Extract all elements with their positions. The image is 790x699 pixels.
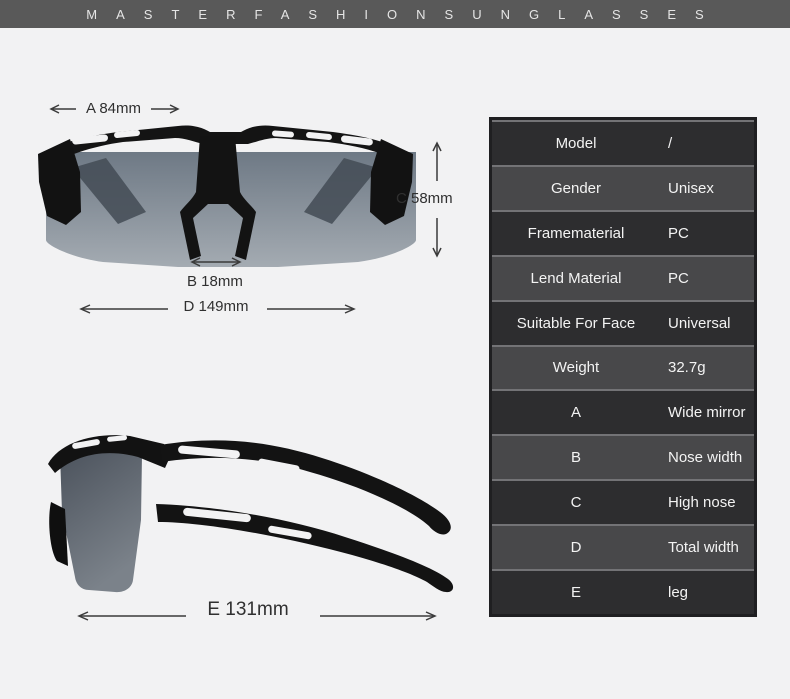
spec-value: leg [668,584,689,602]
spec-label: B [570,449,581,467]
arrow-right-icon [149,103,181,114]
spec-table-row: Gender Unisex [492,164,754,210]
spec-label: Model [555,134,597,152]
spec-label: Lend Material [530,269,622,287]
spec-table-row: C High nose [492,479,754,525]
spec-value: High nose [668,494,736,512]
spec-label: A [570,404,581,422]
dimension-a-label: A 84mm [86,100,142,117]
arrow-right-icon [318,610,438,622]
dimension-a: A 84mm [48,100,181,117]
arrow-left-icon [48,103,78,114]
spec-value: Total width [668,539,739,557]
spec-table-row: Suitable For Face Universal [492,299,754,345]
dimension-d-label: D 149mm [183,298,249,315]
arrow-down-icon [430,216,444,260]
spec-label: Framematerial [527,224,625,242]
spec-label: D [570,539,582,557]
arrow-right-icon [265,303,357,315]
spec-label: C [570,494,582,512]
arrow-left-icon [76,610,188,622]
spec-label: E [570,584,581,602]
dimension-b-label: B 18mm [187,273,243,290]
spec-value: PC [668,269,689,287]
arrow-both-icon [188,256,244,268]
spec-value: Nose width [668,449,743,467]
spec-table-row: E leg [492,569,754,614]
product-spec-page: MASTERFASHIONSUNGLASSES A 84mm C 58mm B … [0,0,790,699]
spec-value: 32.7g [668,359,706,377]
spec-value: PC [668,224,689,242]
spec-value: Universal [668,314,731,332]
dimension-e-label: E 131mm [207,599,289,620]
spec-table-row: D Total width [492,524,754,570]
spec-table-row: B Nose width [492,434,754,480]
spec-table-row: Model / [492,120,754,165]
spec-label: Suitable For Face [516,314,636,332]
spec-table-row: Framematerial PC [492,209,754,255]
spec-label: Weight [552,359,600,377]
spec-table-row: A Wide mirror [492,389,754,435]
brand-header-bar: MASTERFASHIONSUNGLASSES [0,0,790,28]
spec-value: Wide mirror [668,404,746,422]
spec-value: / [668,134,673,152]
spec-value: Unisex [668,179,714,197]
sunglasses-side-view [20,412,470,607]
dimension-c-label: C 58mm [396,190,453,207]
arrow-up-icon [430,139,444,183]
sunglasses-side-illustration [48,435,454,593]
spec-label: Gender [550,179,602,197]
side-lens [60,445,142,593]
spec-table: Model / Gender Unisex Framematerial PC L… [489,117,757,617]
spec-table-row: Weight 32.7g [492,344,754,390]
spec-table-row: Lend Material PC [492,254,754,300]
arrow-left-icon [78,303,170,315]
brand-title: MASTERFASHIONSUNGLASSES [86,6,723,22]
